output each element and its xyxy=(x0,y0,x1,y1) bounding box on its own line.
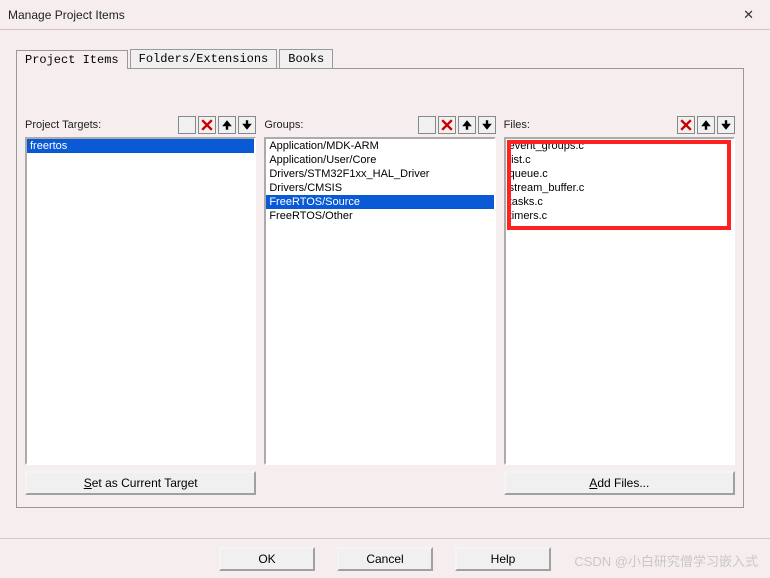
targets-new-button[interactable] xyxy=(178,116,196,134)
dialog-button-row: OK Cancel Help xyxy=(0,538,770,578)
list-item[interactable]: tasks.c xyxy=(506,195,733,209)
cancel-button[interactable]: Cancel xyxy=(337,547,433,571)
list-item[interactable]: Drivers/STM32F1xx_HAL_Driver xyxy=(266,167,493,181)
close-button[interactable]: ✕ xyxy=(737,3,760,27)
groups-new-button[interactable] xyxy=(418,116,436,134)
files-label: Files: xyxy=(504,119,530,131)
groups-move-down-button[interactable] xyxy=(478,116,496,134)
targets-delete-button[interactable] xyxy=(198,116,216,134)
targets-column: Project Targets: freertos Set as Current… xyxy=(25,115,256,495)
list-item[interactable]: Drivers/CMSIS xyxy=(266,181,493,195)
files-column: Files: event_groups.c list.c queue.c str… xyxy=(504,115,735,495)
set-current-target-button[interactable]: Set as Current Target xyxy=(25,471,256,495)
window-title: Manage Project Items xyxy=(8,8,125,22)
files-move-down-button[interactable] xyxy=(717,116,735,134)
targets-move-down-button[interactable] xyxy=(238,116,256,134)
ok-button[interactable]: OK xyxy=(219,547,315,571)
files-delete-button[interactable] xyxy=(677,116,695,134)
tab-panel: Project Targets: freertos Set as Current… xyxy=(16,68,744,508)
groups-delete-button[interactable] xyxy=(438,116,456,134)
groups-listbox[interactable]: Application/MDK-ARM Application/User/Cor… xyxy=(264,137,495,465)
list-item[interactable]: FreeRTOS/Source xyxy=(266,195,493,209)
list-item[interactable]: queue.c xyxy=(506,167,733,181)
groups-column: Groups: Application/MDK-ARM Application/… xyxy=(264,115,495,495)
list-item[interactable]: list.c xyxy=(506,153,733,167)
add-files-button[interactable]: Add Files... xyxy=(504,471,735,495)
files-listbox[interactable]: event_groups.c list.c queue.c stream_buf… xyxy=(504,137,735,465)
list-item[interactable]: Application/User/Core xyxy=(266,153,493,167)
list-item[interactable]: stream_buffer.c xyxy=(506,181,733,195)
tab-books[interactable]: Books xyxy=(279,49,333,68)
files-move-up-button[interactable] xyxy=(697,116,715,134)
list-item[interactable]: timers.c xyxy=(506,209,733,223)
list-item[interactable]: event_groups.c xyxy=(506,139,733,153)
tab-project-items[interactable]: Project Items xyxy=(16,50,128,69)
groups-label: Groups: xyxy=(264,119,303,131)
targets-label: Project Targets: xyxy=(25,119,101,131)
tab-folders-extensions[interactable]: Folders/Extensions xyxy=(130,49,278,68)
list-item[interactable]: freertos xyxy=(27,139,254,153)
groups-move-up-button[interactable] xyxy=(458,116,476,134)
targets-move-up-button[interactable] xyxy=(218,116,236,134)
help-button[interactable]: Help xyxy=(455,547,551,571)
list-item[interactable]: Application/MDK-ARM xyxy=(266,139,493,153)
titlebar: Manage Project Items ✕ xyxy=(0,0,770,30)
tab-strip: Project Items Folders/Extensions Books xyxy=(16,46,770,68)
targets-listbox[interactable]: freertos xyxy=(25,137,256,465)
list-item[interactable]: FreeRTOS/Other xyxy=(266,209,493,223)
